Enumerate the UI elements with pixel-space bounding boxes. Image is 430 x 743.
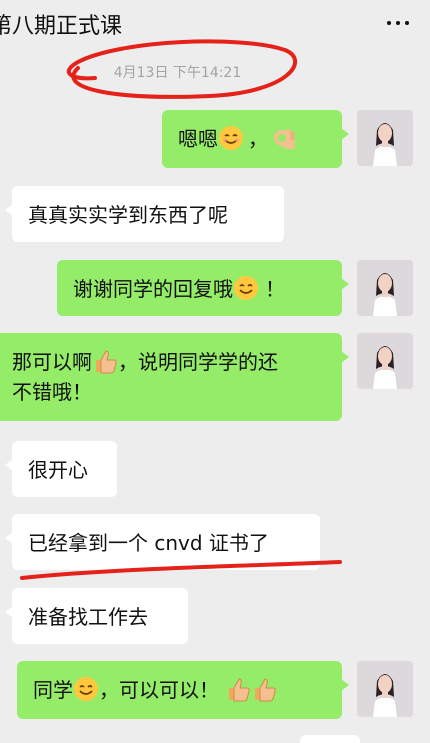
message-text: ，说明同学学的还 [118, 350, 278, 374]
message-text: 谢谢同学的回复哦 [73, 277, 233, 301]
avatar[interactable] [357, 333, 413, 389]
message-bubble-other-partial [300, 735, 360, 743]
message-bubble-self[interactable]: 嗯嗯 ， [162, 110, 349, 168]
message-bubble-other[interactable]: 很开心 [5, 441, 117, 497]
message-bubble-other[interactable]: 已经拿到一个 cnvd 证书了 [5, 514, 320, 570]
smile-emoji-icon [234, 276, 258, 300]
smile-emoji-icon [219, 126, 243, 150]
message-punct: ， [248, 127, 268, 151]
message-bubble-self[interactable]: 那可以啊 ，说明同学学的还 不错哦！ [0, 333, 349, 421]
more-dots-icon[interactable] [378, 6, 418, 40]
chat-header: 第八期正式课 [0, 0, 430, 50]
message-text: 不错哦！ [12, 380, 92, 404]
message-bubble-self[interactable]: 同学 ，可以可以！ [17, 661, 349, 719]
smile-emoji-icon [74, 677, 98, 701]
ok-hand-emoji-icon [274, 129, 295, 149]
message-bubble-other[interactable]: 真真实实学到东西了呢 [5, 186, 284, 242]
message-text: 嗯嗯 [178, 127, 218, 151]
avatar[interactable] [357, 260, 413, 316]
avatar[interactable] [357, 661, 413, 717]
message-text: ，可以可以！ [99, 678, 219, 702]
message-bubble-self[interactable]: 谢谢同学的回复哦 ！ [57, 260, 349, 316]
message-text: 很开心 [28, 458, 88, 482]
message-timestamp: 4月13日 下午14:21 [113, 65, 242, 81]
chat-title: 第八期正式课 [0, 14, 123, 39]
message-text: 真真实实学到东西了呢 [28, 203, 228, 227]
chat-screen: 第八期正式课 4月13日 下午14:21 嗯嗯 ， 真真实实学到东西了呢 谢谢同学… [0, 0, 430, 743]
thumbs-up-emoji-icon [255, 678, 276, 702]
thumbs-up-emoji-icon [229, 678, 250, 702]
message-punct: ！ [265, 277, 285, 301]
message-bubble-other[interactable]: 准备找工作去 [5, 588, 188, 644]
message-text: 那可以啊 [12, 350, 92, 374]
message-text: 已经拿到一个 cnvd 证书了 [28, 531, 269, 555]
thumbs-up-emoji-icon [96, 350, 117, 374]
message-text: 同学 [33, 678, 73, 702]
message-text: 准备找工作去 [28, 605, 148, 629]
avatar[interactable] [357, 110, 413, 166]
